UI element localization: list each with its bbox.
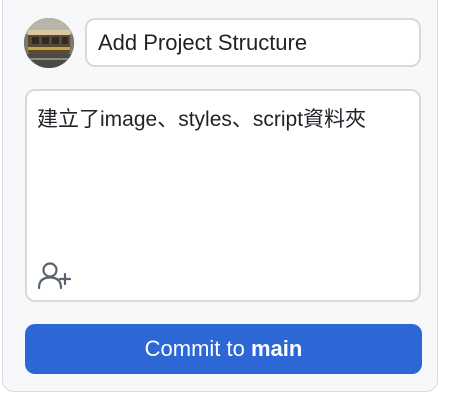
commit-button[interactable]: Commit to main (25, 324, 422, 374)
commit-summary-input[interactable] (85, 18, 421, 67)
commit-button-label: Commit to (144, 336, 245, 361)
commit-description-text[interactable]: 建立了image、styles、script資料夾 (37, 103, 409, 136)
commit-panel: 建立了image、styles、script資料夾 Commit to main (2, 0, 438, 392)
avatar-image (24, 18, 74, 68)
add-coauthor-button[interactable] (35, 259, 75, 293)
avatar (24, 18, 74, 68)
person-add-icon (37, 262, 72, 290)
commit-description-field[interactable]: 建立了image、styles、script資料夾 (25, 89, 421, 302)
commit-branch-name: main (251, 336, 303, 361)
